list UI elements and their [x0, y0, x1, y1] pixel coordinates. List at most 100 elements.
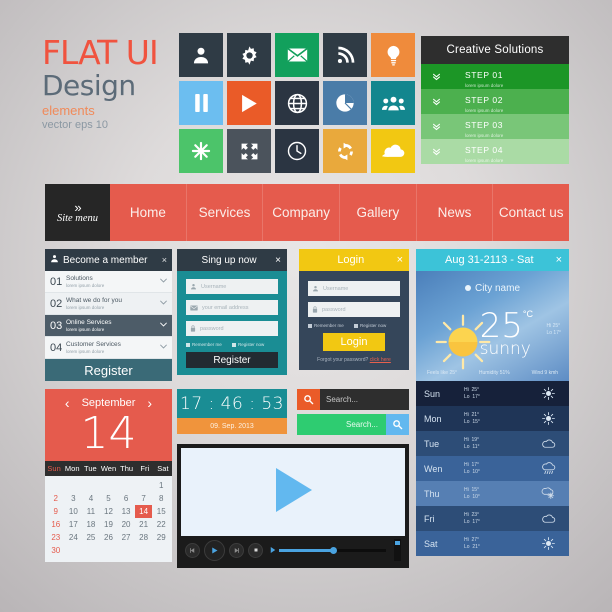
nav-item-home[interactable]: Home — [110, 184, 187, 241]
video-volume-slider[interactable] — [394, 539, 401, 561]
step-row[interactable]: STEP 04 lorem ipsum dolore — [421, 139, 569, 164]
calendar-day-cell[interactable]: 22 — [152, 518, 170, 531]
calendar-day-cell[interactable]: 2 — [47, 492, 65, 505]
video-screen[interactable] — [181, 448, 405, 536]
calendar-day-cell[interactable]: 26 — [100, 531, 118, 544]
signup-remember-checkbox[interactable]: Remember me — [186, 342, 232, 347]
play-icon[interactable] — [227, 81, 271, 125]
chevron-right-icon[interactable]: › — [147, 395, 152, 411]
close-icon[interactable]: × — [556, 254, 562, 266]
calendar-day-cell[interactable]: 16 — [47, 518, 65, 531]
globe-icon[interactable] — [275, 81, 319, 125]
chevron-down-icon[interactable] — [160, 300, 167, 307]
refresh-icon[interactable] — [323, 129, 367, 173]
close-icon[interactable]: × — [275, 255, 281, 266]
step-row[interactable]: STEP 02 lorem ipsum dolore — [421, 89, 569, 114]
signup-submit-button[interactable]: Register — [186, 352, 278, 368]
calendar-day-cell[interactable]: 23 — [47, 531, 65, 544]
calendar-day-cell[interactable]: 13 — [117, 505, 135, 518]
calendar-day-cell[interactable]: 3 — [65, 492, 83, 505]
expand-icon[interactable] — [227, 129, 271, 173]
accordion-item[interactable]: 02 What we do for you lorem ipsum dolore — [45, 293, 172, 315]
calendar-day-cell[interactable]: 28 — [135, 531, 153, 544]
pie-chart-icon[interactable] — [323, 81, 367, 125]
play-icon[interactable] — [204, 539, 225, 561]
next-icon[interactable] — [229, 542, 244, 558]
cloud-icon[interactable] — [371, 129, 415, 173]
calendar-day-cell[interactable]: 4 — [82, 492, 100, 505]
stop-icon[interactable] — [248, 542, 263, 558]
search-input-green[interactable]: Search... — [297, 414, 386, 435]
calendar-day-cell[interactable]: 30 — [47, 544, 65, 557]
login-register-checkbox[interactable]: Register now — [354, 323, 400, 328]
calendar-day-cell[interactable]: 11 — [82, 505, 100, 518]
calendar-day-cell[interactable]: 6 — [117, 492, 135, 505]
accordion-register-button[interactable]: Register — [45, 359, 172, 381]
signup-register-checkbox[interactable]: Register now — [232, 342, 278, 347]
username-field[interactable]: Username — [186, 279, 278, 294]
calendar-day-cell[interactable]: 19 — [100, 518, 118, 531]
video-volume-knob[interactable] — [395, 541, 400, 545]
calendar-day-cell[interactable]: 7 — [135, 492, 153, 505]
forecast-row[interactable]: Tue Hi 19° Lo 11° — [416, 431, 569, 456]
forgot-password-link[interactable]: click here — [370, 357, 391, 363]
password-field[interactable]: password — [186, 321, 278, 336]
forecast-row[interactable]: Wen Hi 17° Lo 10° — [416, 456, 569, 481]
calendar-day-cell[interactable]: 1 — [152, 479, 170, 492]
nav-item-gallery[interactable]: Gallery — [340, 184, 417, 241]
calendar-day-cell[interactable]: 21 — [135, 518, 153, 531]
lightbulb-icon[interactable] — [371, 33, 415, 77]
step-row[interactable]: STEP 01 lorem ipsum dolore — [421, 64, 569, 89]
chevron-down-icon[interactable] — [160, 322, 167, 329]
people-icon[interactable] — [371, 81, 415, 125]
chevron-down-icon[interactable] — [160, 278, 167, 285]
accordion-item[interactable]: 04 Customer Services lorem ipsum dolore — [45, 337, 172, 359]
clock-icon[interactable] — [275, 129, 319, 173]
search-icon[interactable] — [386, 414, 409, 435]
calendar-day-cell[interactable]: 18 — [82, 518, 100, 531]
calendar-day-cell[interactable]: 14 — [134, 505, 153, 518]
envelope-icon[interactable] — [275, 33, 319, 77]
accordion-item[interactable]: 01 Solutions lorem ipsum dolore — [45, 271, 172, 293]
forecast-row[interactable]: Fri Hi 23° Lo 17° — [416, 506, 569, 531]
nav-item-company[interactable]: Company — [263, 184, 341, 241]
step-row[interactable]: STEP 03 lorem ipsum dolore — [421, 114, 569, 139]
asterisk-icon[interactable] — [179, 129, 223, 173]
play-icon[interactable] — [272, 466, 314, 519]
video-progress-bar[interactable] — [279, 546, 386, 554]
calendar-day-cell[interactable]: 25 — [82, 531, 100, 544]
prev-icon[interactable] — [185, 542, 200, 558]
nav-item-contact-us[interactable]: Contact us — [493, 184, 569, 241]
forecast-row[interactable]: Thu Hi 15° Lo 10° — [416, 481, 569, 506]
calendar-day-cell[interactable]: 9 — [47, 505, 65, 518]
gear-icon[interactable] — [227, 33, 271, 77]
close-icon[interactable]: × — [397, 254, 403, 266]
calendar-day-cell[interactable]: 29 — [152, 531, 170, 544]
nav-item-news[interactable]: News — [417, 184, 494, 241]
login-remember-checkbox[interactable]: Remember me — [308, 323, 354, 328]
search-icon[interactable] — [297, 389, 320, 410]
video-progress-knob[interactable] — [329, 546, 337, 554]
chevron-left-icon[interactable]: ‹ — [65, 395, 70, 411]
calendar-day-cell[interactable]: 5 — [100, 492, 118, 505]
user-icon[interactable] — [179, 33, 223, 77]
username-field[interactable]: Username — [308, 281, 400, 296]
calendar-day-cell[interactable]: 8 — [152, 492, 170, 505]
calendar-day-cell[interactable]: 27 — [117, 531, 135, 544]
calendar-day-cell[interactable]: 20 — [117, 518, 135, 531]
your-email-address-field[interactable]: your email address — [186, 300, 278, 315]
video-progress[interactable] — [270, 541, 386, 559]
nav-item-services[interactable]: Services — [187, 184, 264, 241]
close-icon[interactable]: × — [162, 255, 167, 265]
site-menu-button[interactable]: » Site menu — [45, 184, 110, 241]
calendar-day-cell[interactable]: 15 — [152, 505, 170, 518]
pause-icon[interactable] — [179, 81, 223, 125]
rss-icon[interactable] — [323, 33, 367, 77]
calendar-day-cell[interactable]: 12 — [100, 505, 118, 518]
accordion-item[interactable]: 03 Online Services lorem ipsum dolore — [45, 315, 172, 337]
chevron-down-icon[interactable] — [160, 344, 167, 351]
forecast-row[interactable]: Sat Hi 27° Lo 21° — [416, 531, 569, 556]
calendar-day-cell[interactable]: 17 — [65, 518, 83, 531]
search-input-dark[interactable]: Search... — [320, 389, 409, 410]
login-submit-button[interactable]: Login — [323, 333, 385, 351]
